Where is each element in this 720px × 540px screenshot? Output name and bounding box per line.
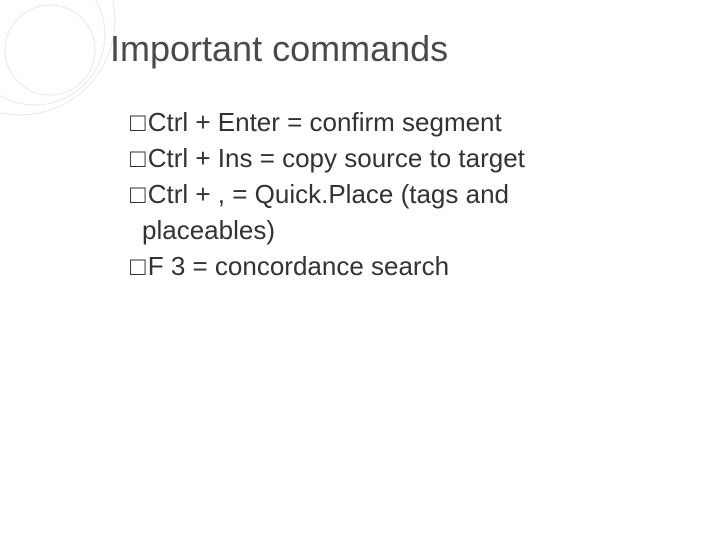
list-item-text: F 3 = concordance search xyxy=(148,251,449,281)
list-item: □Ctrl + Ins = copy source to target xyxy=(130,141,670,177)
list-item-continuation: placeables) xyxy=(142,213,670,249)
slide-title: Important commands xyxy=(110,28,448,70)
list-item: □Ctrl + Enter = confirm segment xyxy=(130,105,670,141)
list-item: □Ctrl + , = Quick.Place (tags and xyxy=(130,177,670,213)
list-item-text: Ctrl + Enter = confirm segment xyxy=(148,107,502,137)
bullet-icon: □ xyxy=(130,105,146,141)
bullet-icon: □ xyxy=(130,249,146,285)
bullet-icon: □ xyxy=(130,141,146,177)
bullet-icon: □ xyxy=(130,177,146,213)
list-item-text: Ctrl + , = Quick.Place (tags and xyxy=(148,179,509,209)
list-item: □F 3 = concordance search xyxy=(130,249,670,285)
bullet-list: □Ctrl + Enter = confirm segment □Ctrl + … xyxy=(130,105,670,284)
list-item-text: Ctrl + Ins = copy source to target xyxy=(148,143,525,173)
